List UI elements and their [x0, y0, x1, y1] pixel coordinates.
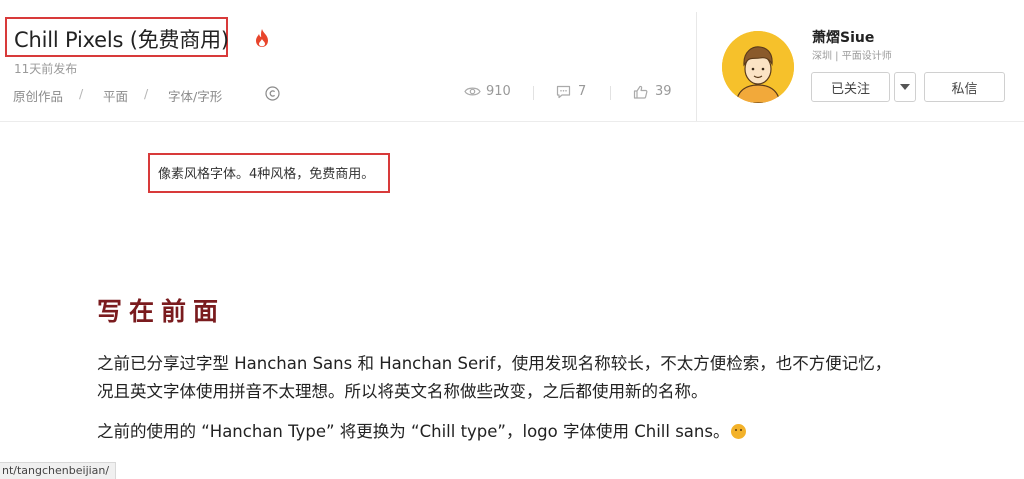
chevron-down-icon [900, 84, 910, 90]
message-button[interactable]: 私信 [924, 72, 1005, 102]
follow-button[interactable]: 已关注 [811, 72, 890, 102]
paragraph-1-line-1: 之前已分享过字型 Hanchan Sans 和 Hanchan Serif，使用… [97, 354, 892, 373]
header-bottom-divider [0, 121, 1024, 122]
comment-icon [556, 85, 571, 99]
likes-count: 39 [655, 84, 672, 99]
breadcrumb-item-font[interactable]: 字体/字形 [168, 86, 222, 105]
eye-icon [464, 87, 481, 96]
paragraph-2: 之前的使用的 “Hanchan Type” 将更换为 “Chill type”，… [97, 418, 747, 442]
views-count: 910 [486, 84, 511, 99]
author-meta: 深圳 | 平面设计师 [812, 51, 892, 62]
thumbs-up-icon [633, 85, 648, 99]
views-stat: 910 [464, 84, 514, 102]
emoji-icon [731, 424, 747, 439]
cc-license-icon[interactable] [265, 86, 280, 101]
stat-divider [533, 86, 534, 100]
work-title: Chill Pixels (免费商用) [14, 28, 229, 52]
section-title: 写在前面 [97, 297, 226, 326]
breadcrumb-separator: / [144, 86, 149, 101]
fire-icon [256, 29, 268, 47]
avatar-illustration [722, 31, 794, 103]
likes-stat[interactable]: 39 [633, 84, 673, 102]
comments-count: 7 [578, 84, 587, 99]
follow-options-dropdown[interactable] [894, 72, 916, 102]
breadcrumb-item-graphic[interactable]: 平面 [103, 86, 128, 105]
breadcrumb-separator: / [79, 86, 84, 101]
paragraph-2-text: 之前的使用的 “Hanchan Type” 将更换为 “Chill type”，… [97, 422, 730, 441]
stat-divider [610, 86, 611, 100]
author-name[interactable]: 萧熠Siue [812, 27, 874, 47]
status-bar-url: nt/tangchenbeijian/ [0, 462, 117, 479]
avatar[interactable] [722, 31, 794, 103]
comments-stat[interactable]: 7 [556, 84, 590, 102]
breadcrumb-item-original[interactable]: 原创作品 [13, 86, 63, 105]
paragraph-1-line-2: 况且英文字体使用拼音不太理想。所以将英文名称做些改变，之后都使用新的名称。 [97, 382, 708, 401]
post-date: 11天前发布 [14, 62, 78, 76]
work-summary: 像素风格字体。4种风格，免费商用。 [158, 167, 375, 182]
header-divider [696, 12, 697, 121]
